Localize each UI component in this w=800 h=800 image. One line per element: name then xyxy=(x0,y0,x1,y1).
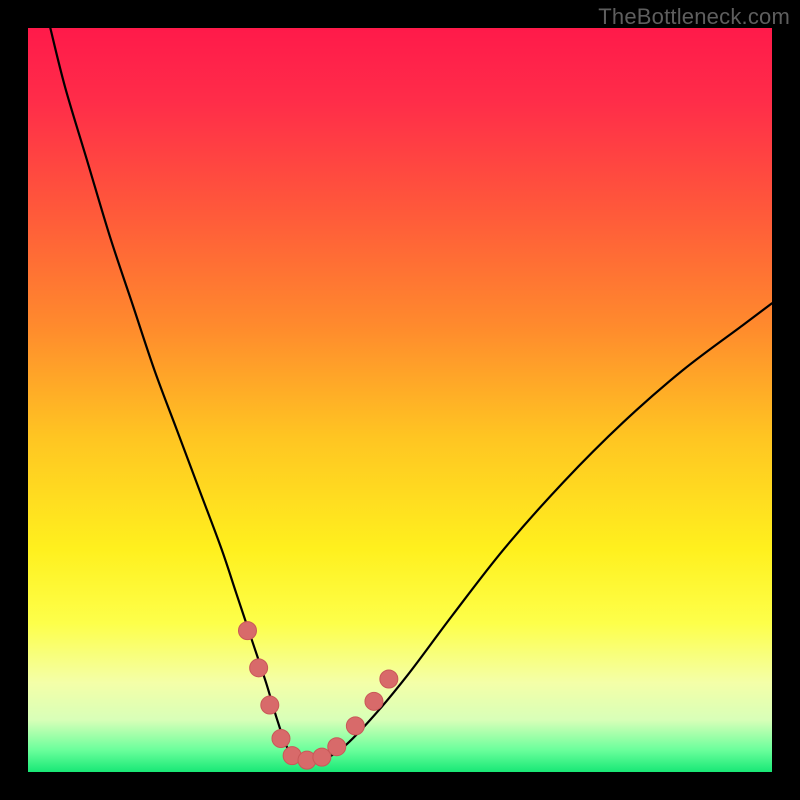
trough-marker xyxy=(365,692,383,710)
gradient-background xyxy=(28,28,772,772)
watermark-text: TheBottleneck.com xyxy=(598,4,790,30)
trough-marker xyxy=(250,659,268,677)
chart-frame: TheBottleneck.com xyxy=(0,0,800,800)
trough-marker xyxy=(272,730,290,748)
trough-marker xyxy=(313,748,331,766)
trough-marker xyxy=(328,738,346,756)
trough-marker xyxy=(261,696,279,714)
trough-marker xyxy=(380,670,398,688)
bottleneck-chart xyxy=(28,28,772,772)
trough-marker xyxy=(238,622,256,640)
trough-marker xyxy=(346,717,364,735)
